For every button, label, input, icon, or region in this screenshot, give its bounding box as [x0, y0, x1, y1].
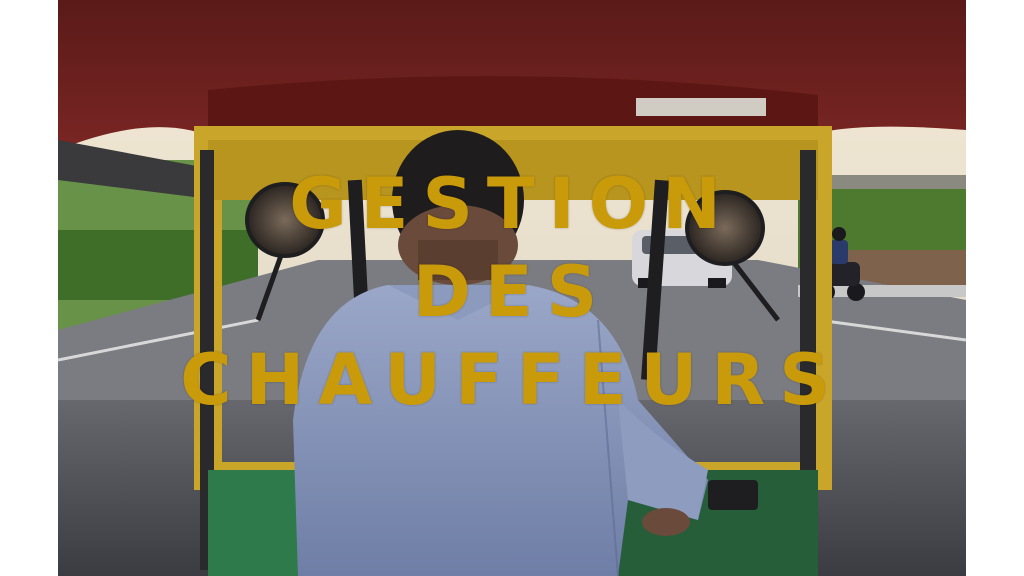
title-line-2: des [412, 251, 612, 333]
title-line-3: chauffeurs [180, 339, 844, 421]
slide-title: Gestion des chauffeurs [0, 160, 1024, 424]
title-line-1: Gestion [289, 163, 735, 245]
slide: Gestion des chauffeurs [0, 0, 1024, 576]
